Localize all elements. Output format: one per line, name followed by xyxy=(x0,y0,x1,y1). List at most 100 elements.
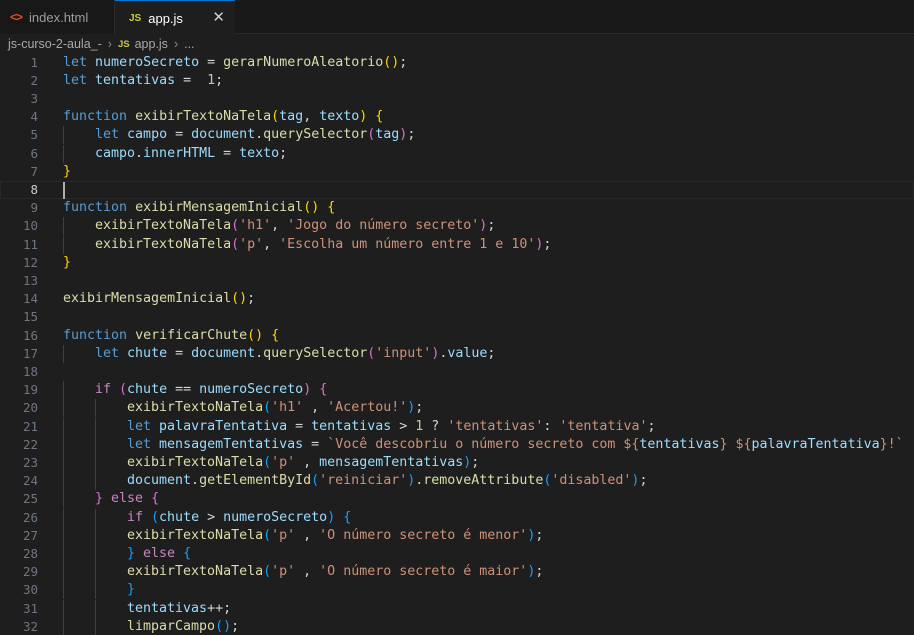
code-token: texto xyxy=(319,109,360,125)
code-line[interactable]: 2 let tentativas = 1; xyxy=(0,72,914,90)
code-token: palavraTentativa xyxy=(159,418,288,434)
code-line[interactable]: 17 let chute = document.querySelector('in… xyxy=(0,345,914,363)
code-token: ( xyxy=(151,509,160,525)
tab-index-html[interactable]: <> index.html xyxy=(0,0,115,34)
code-token: > xyxy=(199,509,224,525)
code-token: 1 xyxy=(207,72,216,88)
code-token: = xyxy=(199,54,224,70)
code-line[interactable]: 29 exibirTextoNaTela('p' , 'O número secr… xyxy=(0,563,914,581)
breadcrumb-ellipsis[interactable]: ... xyxy=(184,37,194,51)
indent-guide xyxy=(63,472,64,491)
code-line[interactable]: 23 exibirTextoNaTela('p' , mensagemTentat… xyxy=(0,454,914,472)
code-line[interactable]: 28} else { xyxy=(0,545,914,563)
code-token: { xyxy=(183,545,192,561)
code-token: ; xyxy=(535,564,544,580)
code-token: ; xyxy=(639,473,648,489)
code-text: let mensagemTentativas = `Você descobriu… xyxy=(127,436,914,454)
code-token: ) xyxy=(327,509,336,525)
indent-guide xyxy=(63,435,64,454)
line-number: 10 xyxy=(22,218,38,234)
code-line[interactable]: 16 function verificarChute() { xyxy=(0,327,914,345)
code-token: = xyxy=(175,72,208,88)
breadcrumb-folder[interactable]: js-curso-2-aula_- xyxy=(8,37,102,51)
code-token: } xyxy=(95,491,104,507)
indent-guide xyxy=(63,544,64,564)
tab-label: index.html xyxy=(29,9,89,25)
code-text: exibirTextoNaTela('h1' , 'Acertou!'); xyxy=(127,399,423,417)
code-text: exibirMensagemInicial(); xyxy=(63,290,255,308)
code-token: ( xyxy=(263,400,272,416)
code-text: document.getElementById('reiniciar').rem… xyxy=(127,472,647,490)
code-text: exibirTextoNaTela('p', 'Escolha um númer… xyxy=(95,236,551,254)
code-token: , xyxy=(263,236,280,252)
code-token: 'O número secreto é maior' xyxy=(319,564,528,580)
code-line[interactable]: 14 exibirMensagemInicial(); xyxy=(0,290,914,308)
code-line[interactable]: 15 xyxy=(0,308,914,326)
code-token: exibirTextoNaTela xyxy=(135,109,272,125)
line-number: 8 xyxy=(30,181,38,197)
code-line[interactable]: 31 tentativas++; xyxy=(0,600,914,618)
code-line[interactable]: 11 exibirTextoNaTela('p', 'Escolha um núm… xyxy=(0,236,914,254)
indent-guide xyxy=(95,617,96,635)
code-line[interactable]: 3 xyxy=(0,90,914,108)
code-line[interactable]: 5 let campo = document.querySelector(tag)… xyxy=(0,126,914,144)
code-line[interactable]: 18 xyxy=(0,363,914,381)
code-token: exibirTextoNaTela xyxy=(127,564,264,580)
code-line[interactable]: 20 exibirTextoNaTela('h1' , 'Acertou!'); xyxy=(0,399,914,417)
code-token: 'p' xyxy=(271,527,296,543)
code-line[interactable]: 7} xyxy=(0,163,914,181)
line-number: 11 xyxy=(22,236,38,252)
code-line[interactable]: 19 if (chute == numeroSecreto) { xyxy=(0,381,914,399)
indent-guide xyxy=(95,453,96,473)
code-line[interactable]: 32 limparCampo(); xyxy=(0,618,914,635)
code-editor[interactable]: 1 let numeroSecreto = gerarNumeroAleatori… xyxy=(0,53,914,635)
code-text: } xyxy=(127,581,135,599)
code-token: }!` xyxy=(879,436,904,452)
code-line[interactable]: 1 let numeroSecreto = gerarNumeroAleatori… xyxy=(0,54,914,72)
code-line[interactable]: 21 let palavraTentativa = tentativas > 1 … xyxy=(0,418,914,436)
code-token: ; xyxy=(535,527,544,543)
code-line[interactable]: 9 function exibirMensagemInicial() { xyxy=(0,199,914,217)
indent-guide xyxy=(63,617,64,635)
tab-bar: <> index.html JS app.js ✕ xyxy=(0,0,914,35)
code-text: let numeroSecreto = gerarNumeroAleatorio… xyxy=(63,54,407,72)
code-token: = xyxy=(303,436,328,452)
code-token: 'p' xyxy=(239,236,264,252)
line-number: 4 xyxy=(30,109,38,125)
tab-app-js[interactable]: JS app.js ✕ xyxy=(115,0,235,35)
code-token: querySelector xyxy=(263,127,368,143)
code-line[interactable]: 25} else { xyxy=(0,490,914,508)
code-token: ; xyxy=(399,54,408,70)
code-token: ; xyxy=(647,418,656,434)
code-line[interactable]: 8 xyxy=(0,181,914,199)
breadcrumb-file[interactable]: app.js xyxy=(135,37,168,51)
code-token: = xyxy=(167,127,192,143)
code-line[interactable]: 30} xyxy=(0,581,914,599)
close-icon[interactable]: ✕ xyxy=(212,10,225,25)
line-number: 31 xyxy=(22,600,38,616)
code-token: numeroSecreto xyxy=(95,54,200,70)
code-line[interactable]: 13 xyxy=(0,272,914,290)
code-token: () xyxy=(247,327,264,343)
code-line[interactable]: 12} xyxy=(0,254,914,272)
code-token: if xyxy=(95,382,112,398)
line-number: 21 xyxy=(22,418,38,434)
code-token: let xyxy=(95,345,120,361)
code-line[interactable]: 6 campo.innerHTML = texto; xyxy=(0,145,914,163)
code-line[interactable]: 24 document.getElementById('reiniciar').r… xyxy=(0,472,914,490)
code-line[interactable]: 27 exibirTextoNaTela('p' , 'O número secr… xyxy=(0,527,914,545)
code-line[interactable]: 4 function exibirTextoNaTela(tag, texto) … xyxy=(0,108,914,126)
code-token: ( xyxy=(263,454,272,470)
code-line[interactable]: 26 if (chute > numeroSecreto) { xyxy=(0,509,914,527)
code-line[interactable]: 10 exibirTextoNaTela('h1', 'Jogo do númer… xyxy=(0,217,914,235)
code-token: { xyxy=(327,200,336,216)
code-line[interactable]: 22 let mensagemTentativas = `Você descobr… xyxy=(0,436,914,454)
line-number: 2 xyxy=(30,72,38,88)
code-token: . xyxy=(255,345,264,361)
code-text: let campo = document.querySelector(tag); xyxy=(95,126,415,144)
code-token: else xyxy=(143,545,176,561)
code-token: numeroSecreto xyxy=(199,382,304,398)
